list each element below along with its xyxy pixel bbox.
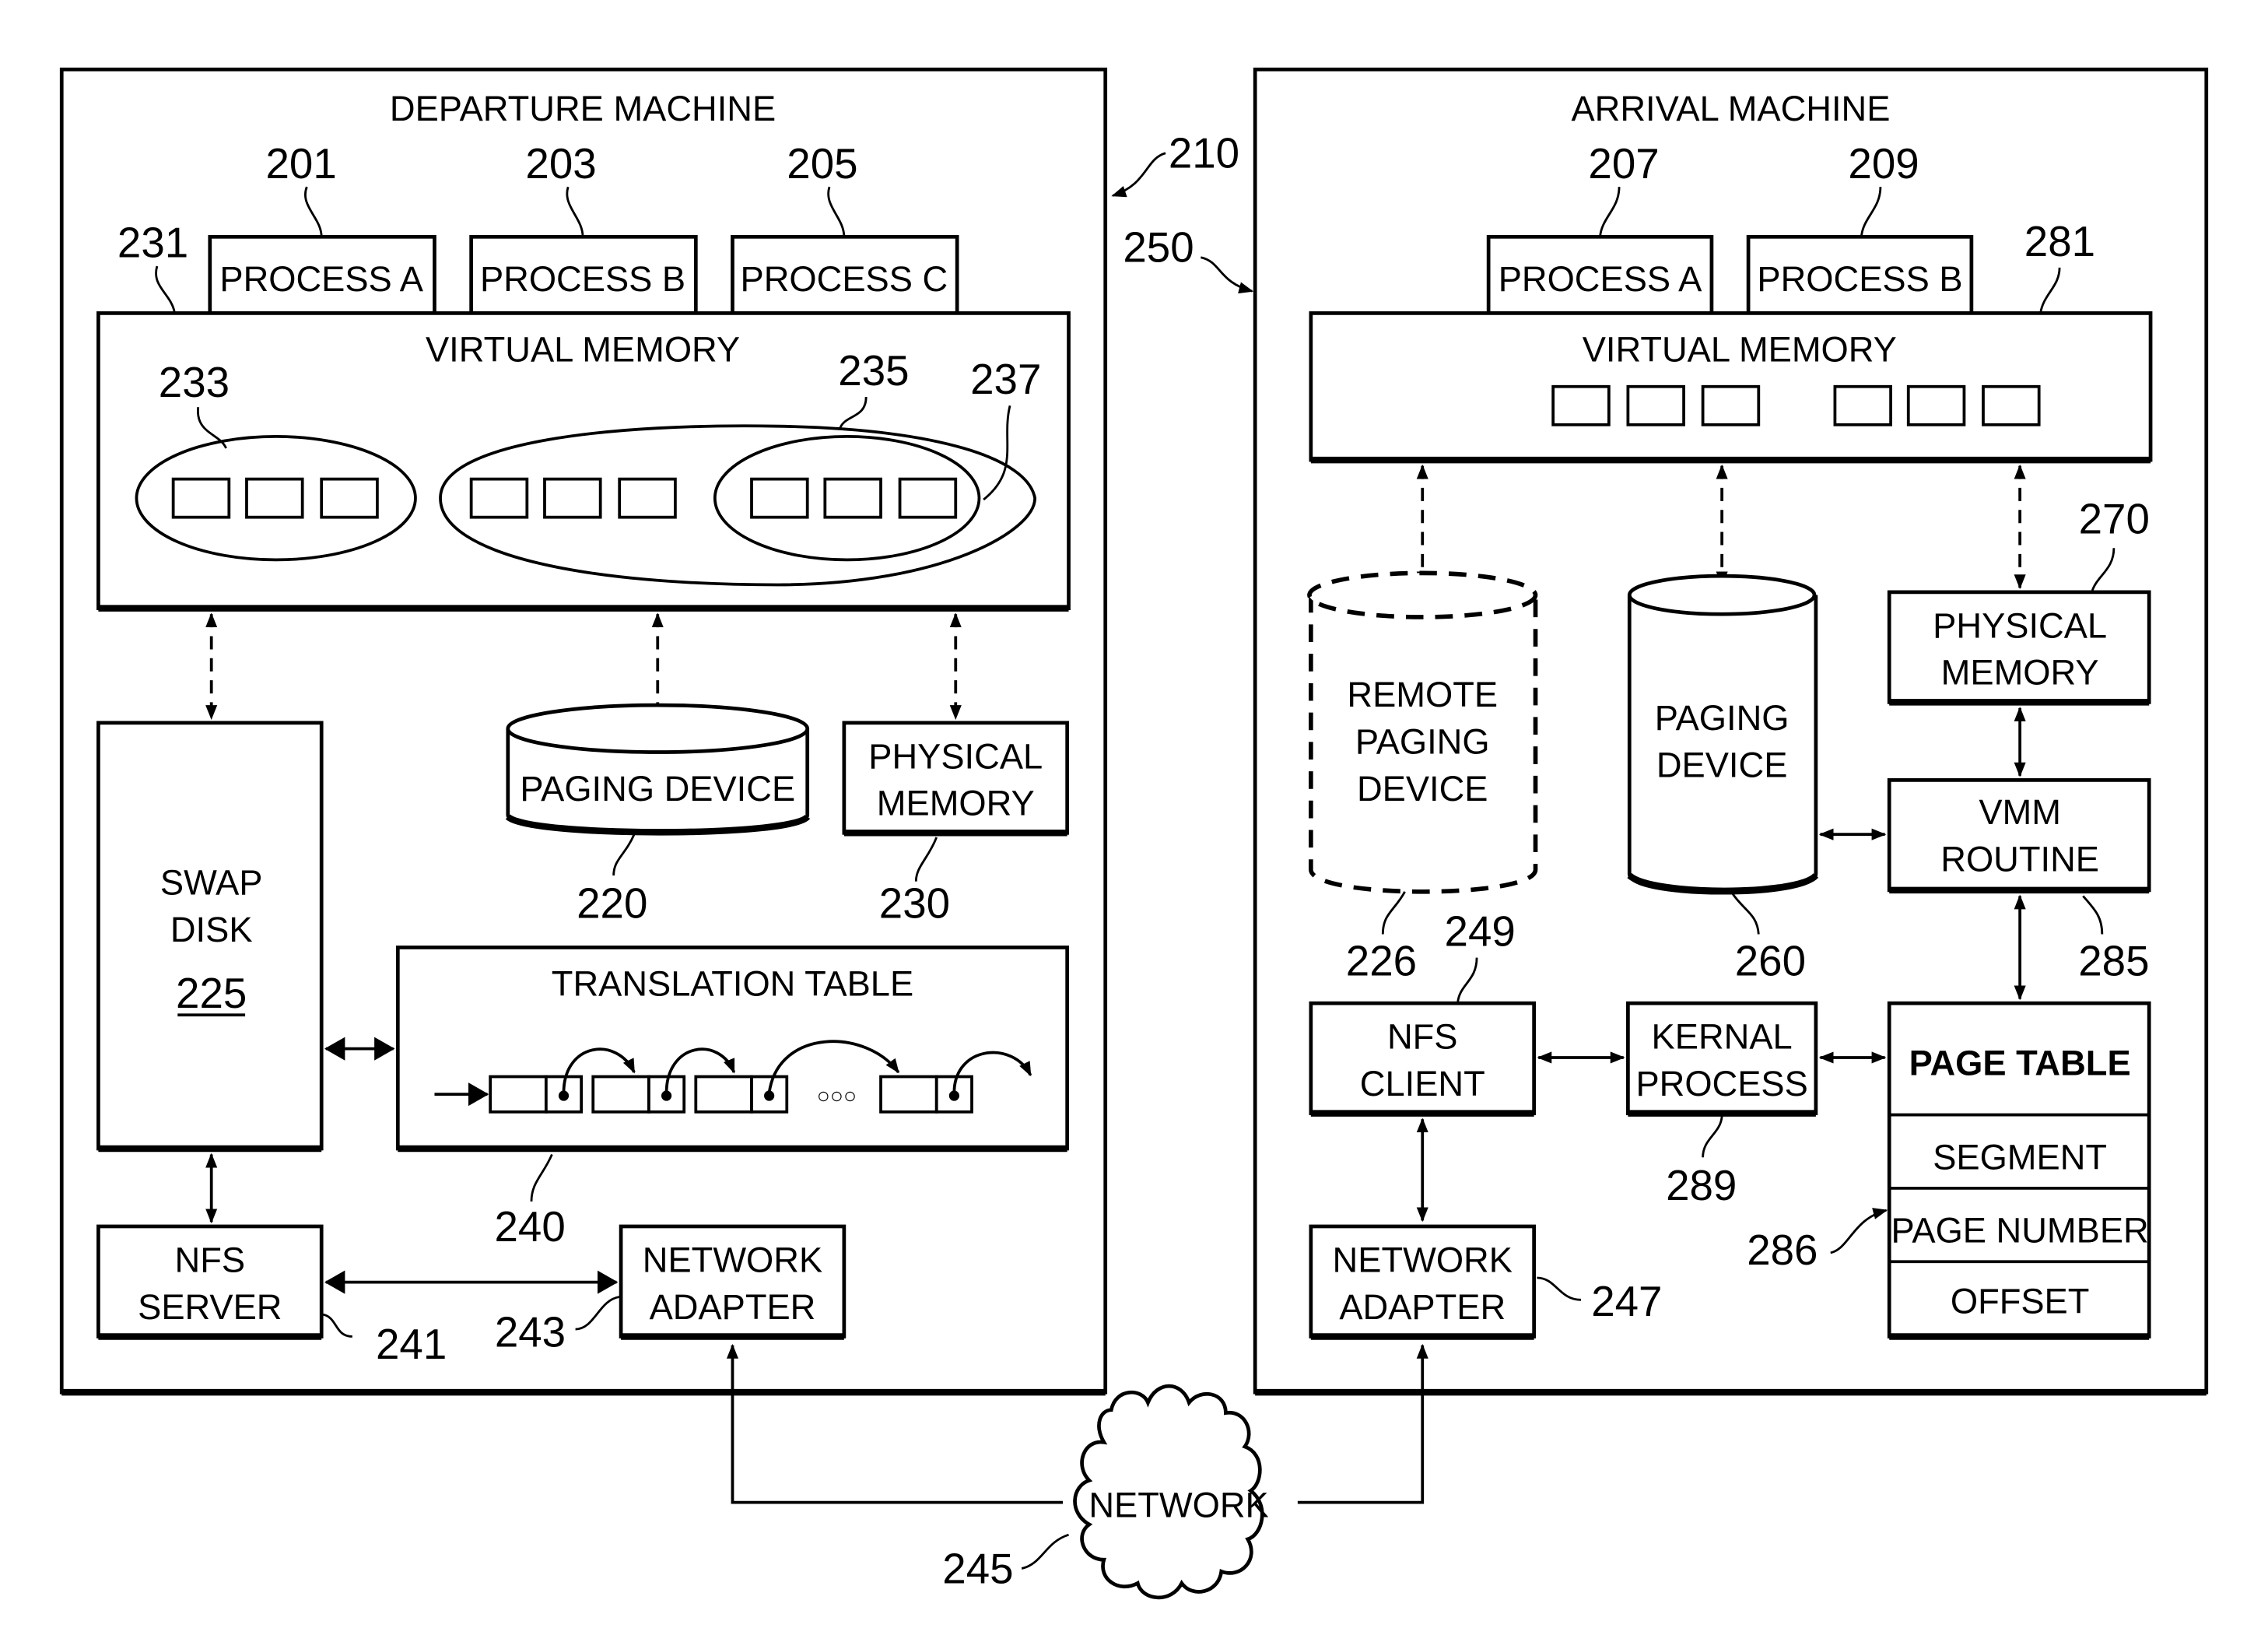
paging-label: PAGING <box>1655 698 1790 738</box>
process-b-label: PROCESS B <box>480 259 685 299</box>
page-table-row-offset: OFFSET <box>1951 1281 2090 1321</box>
remote-label: REMOTE <box>1347 675 1498 714</box>
paging-device-departure[interactable]: PAGING DEVICE <box>505 703 811 836</box>
translation-table[interactable]: TRANSLATION TABLE ○○○ <box>395 946 1070 1153</box>
page-table-title: PAGE TABLE <box>1909 1044 2131 1083</box>
virtual-memory-departure[interactable]: VIRTUAL MEMORY <box>96 311 1071 612</box>
process-b-departure[interactable]: PROCESS B <box>469 234 698 315</box>
ref-243: 243 <box>495 1308 566 1356</box>
ref-237: 237 <box>970 355 1041 403</box>
physical-label: PHYSICAL <box>1933 605 2107 645</box>
process-a-label: PROCESS A <box>219 259 423 299</box>
ref-249: 249 <box>1445 907 1516 956</box>
ref-240: 240 <box>494 1202 565 1251</box>
device-label: DEVICE <box>1357 769 1488 809</box>
network-label: NETWORK <box>643 1240 822 1279</box>
ellipsis: ○○○ <box>817 1082 857 1107</box>
ref-286: 286 <box>1747 1226 1818 1274</box>
network-label: NETWORK <box>1088 1486 1268 1525</box>
arrival-machine-title: ARRIVAL MACHINE <box>1571 89 1890 128</box>
ref-231: 231 <box>117 219 188 267</box>
disk-label: DISK <box>170 910 253 949</box>
ref-270: 270 <box>2079 494 2150 542</box>
device-label: DEVICE <box>1656 746 1788 785</box>
physical-memory-departure[interactable]: PHYSICAL MEMORY <box>842 721 1070 837</box>
ref-203: 203 <box>525 139 596 188</box>
vmm-routine[interactable]: VMM ROUTINE <box>1887 778 2151 894</box>
adapter-label: ADAPTER <box>650 1287 816 1327</box>
process-label: PROCESS <box>1635 1064 1807 1103</box>
routine-label: ROUTINE <box>1940 839 2099 879</box>
server-label: SERVER <box>138 1287 282 1327</box>
ref-250: 250 <box>1123 223 1194 271</box>
ref-289: 289 <box>1666 1161 1737 1209</box>
ref-201: 201 <box>265 139 336 188</box>
kernal-process[interactable]: KERNAL PROCESS <box>1626 1001 1818 1117</box>
ref-230: 230 <box>879 879 950 928</box>
nfs-server[interactable]: NFS SERVER <box>96 1224 324 1340</box>
kernal-label: KERNAL <box>1652 1017 1793 1057</box>
ref-205: 205 <box>787 139 857 188</box>
ref-233: 233 <box>159 358 230 406</box>
page-table-row-page-number: PAGE NUMBER <box>1891 1211 2149 1251</box>
ref-260: 260 <box>1735 936 1806 984</box>
vmm-label: VMM <box>1979 792 2061 832</box>
ref-245: 245 <box>942 1544 1013 1592</box>
diagram-canvas: DEPARTURE MACHINE PROCESS A PROCESS B PR… <box>59 67 2209 1600</box>
paging-device-label: PAGING DEVICE <box>520 769 795 809</box>
swap-disk[interactable]: SWAP DISK 225 <box>96 721 324 1153</box>
page-table[interactable]: PAGE TABLE SEGMENT PAGE NUMBER OFFSET <box>1887 1001 2151 1340</box>
process-c-label: PROCESS C <box>741 259 948 299</box>
virtual-memory-arrival[interactable]: VIRTUAL MEMORY <box>1309 311 2153 464</box>
process-c-departure[interactable]: PROCESS C <box>731 234 959 315</box>
process-b-arrival[interactable]: PROCESS B <box>1746 234 1974 315</box>
departure-machine-title: DEPARTURE MACHINE <box>390 89 776 128</box>
nfs-label: NFS <box>175 1240 246 1279</box>
client-label: CLIENT <box>1360 1064 1485 1103</box>
ref-209: 209 <box>1848 139 1919 188</box>
arrival-machine: ARRIVAL MACHINE PROCESS A PROCESS B 207 … <box>1253 67 2209 1396</box>
process-a-departure[interactable]: PROCESS A <box>208 234 436 315</box>
virtual-memory-label: VIRTUAL MEMORY <box>1583 330 1897 370</box>
paging-device-arrival[interactable]: PAGING DEVICE <box>1627 574 1819 895</box>
physical-memory-arrival[interactable]: PHYSICAL MEMORY <box>1887 590 2151 706</box>
memory-label: MEMORY <box>877 784 1035 823</box>
page-table-row-segment: SEGMENT <box>1933 1137 2107 1177</box>
ref-225: 225 <box>176 969 247 1017</box>
process-b-label: PROCESS B <box>1757 259 1962 299</box>
virtual-memory-label: VIRTUAL MEMORY <box>426 330 740 370</box>
ref-281: 281 <box>2024 217 2095 265</box>
network-label: NETWORK <box>1333 1240 1513 1279</box>
translation-table-label: TRANSLATION TABLE <box>552 964 913 1004</box>
departure-machine: DEPARTURE MACHINE PROCESS A PROCESS B PR… <box>59 67 1108 1396</box>
ref-207: 207 <box>1588 139 1659 188</box>
ref-235: 235 <box>838 346 909 395</box>
memory-label: MEMORY <box>1941 653 2099 693</box>
physical-label: PHYSICAL <box>868 736 1043 776</box>
remote-paging-device[interactable]: REMOTE PAGING DEVICE <box>1307 570 1538 894</box>
network-cloud[interactable]: NETWORK <box>1073 1384 1269 1600</box>
ref-241: 241 <box>376 1320 447 1368</box>
adapter-label: ADAPTER <box>1339 1287 1506 1327</box>
nfs-label: NFS <box>1387 1017 1458 1057</box>
ref-220: 220 <box>577 879 647 928</box>
network-adapter-arrival[interactable]: NETWORK ADAPTER <box>1309 1224 1536 1340</box>
nfs-client[interactable]: NFS CLIENT <box>1309 1001 1536 1117</box>
network-adapter-departure[interactable]: NETWORK ADAPTER <box>619 1224 847 1340</box>
swap-label: SWAP <box>160 863 263 903</box>
ref-210: 210 <box>1169 129 1239 177</box>
process-a-label: PROCESS A <box>1499 259 1702 299</box>
ref-226: 226 <box>1346 936 1417 984</box>
ref-247: 247 <box>1591 1277 1662 1325</box>
ref-285: 285 <box>2078 936 2149 984</box>
paging-label: PAGING <box>1355 721 1490 761</box>
process-a-arrival[interactable]: PROCESS A <box>1486 234 1714 315</box>
